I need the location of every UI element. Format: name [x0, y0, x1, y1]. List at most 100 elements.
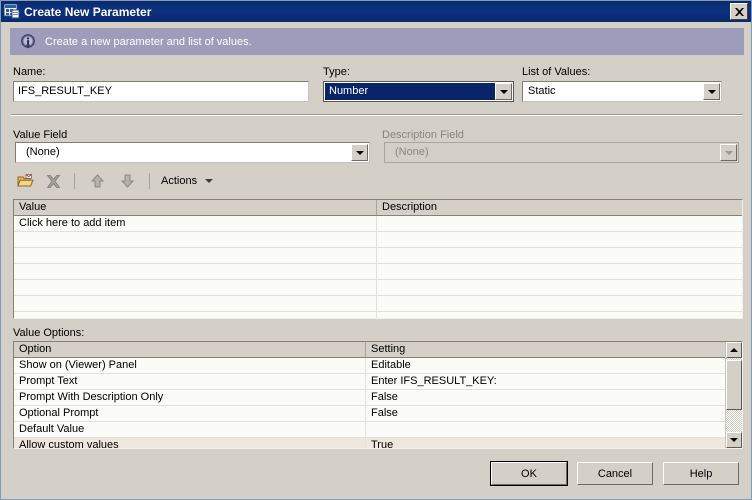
table-cell[interactable]: Prompt Text	[14, 374, 366, 389]
column-header[interactable]: Description	[377, 200, 742, 215]
table-cell[interactable]	[377, 216, 742, 231]
table-cell[interactable]: Allow custom values	[14, 438, 366, 448]
table-cell[interactable]: Prompt With Description Only	[14, 390, 366, 405]
scrollbar-thumb[interactable]	[726, 360, 742, 410]
cancel-button[interactable]: Cancel	[577, 462, 653, 485]
open-folder-icon	[17, 173, 34, 189]
actions-menu-button[interactable]: Actions	[157, 170, 219, 192]
table-row[interactable]: Optional PromptFalse	[14, 406, 725, 422]
table-row[interactable]: Prompt With Description OnlyFalse	[14, 390, 725, 406]
column-header[interactable]: Value	[14, 200, 377, 215]
close-button[interactable]	[730, 3, 748, 20]
values-toolbar: Actions	[11, 170, 219, 192]
window-title: Create New Parameter	[24, 5, 730, 19]
table-cell[interactable]	[14, 280, 377, 295]
description-field-value: (None)	[385, 143, 720, 162]
value-field-combobox[interactable]: (None)	[15, 142, 370, 163]
scroll-up-button[interactable]	[726, 342, 742, 358]
table-cell[interactable]	[377, 296, 742, 311]
table-cell[interactable]	[366, 422, 725, 437]
table-cell[interactable]	[377, 232, 742, 247]
table-cell[interactable]: False	[366, 406, 725, 421]
table-cell[interactable]: Enter IFS_RESULT_KEY:	[366, 374, 725, 389]
delete-value-button[interactable]	[39, 170, 67, 192]
table-cell[interactable]: Optional Prompt	[14, 406, 366, 421]
info-banner-text: Create a new parameter and list of value…	[45, 36, 252, 48]
description-field-label: Description Field	[382, 129, 464, 141]
value-options-scrollbar[interactable]	[725, 342, 742, 448]
value-options-label: Value Options:	[13, 327, 84, 339]
info-icon	[20, 34, 36, 50]
move-down-button[interactable]	[112, 170, 142, 192]
chevron-down-icon	[725, 151, 733, 155]
chevron-down-icon	[708, 90, 716, 94]
arrow-up-icon	[730, 348, 738, 352]
table-cell[interactable]	[377, 264, 742, 279]
table-row[interactable]: Show on (Viewer) PanelEditable	[14, 358, 725, 374]
parameter-window-icon	[4, 4, 20, 19]
import-values-button[interactable]	[11, 170, 39, 192]
table-cell[interactable]	[14, 264, 377, 279]
list-of-values-value: Static	[523, 82, 703, 101]
name-input[interactable]: IFS_RESULT_KEY	[13, 81, 309, 102]
column-header[interactable]: Setting	[366, 342, 725, 357]
table-cell[interactable]	[377, 248, 742, 263]
table-cell[interactable]	[14, 312, 377, 318]
table-row[interactable]: Prompt TextEnter IFS_RESULT_KEY:	[14, 374, 725, 390]
toolbar-separator	[74, 173, 75, 189]
scroll-down-button[interactable]	[726, 432, 742, 448]
type-label: Type:	[323, 66, 350, 78]
table-cell[interactable]	[14, 248, 377, 263]
create-new-parameter-dialog: Create New Parameter Create a new parame…	[0, 0, 752, 500]
description-field-combobox-button	[720, 144, 737, 161]
table-row[interactable]: Allow custom valuesTrue	[14, 438, 725, 448]
toolbar-separator	[149, 173, 150, 189]
table-cell[interactable]: Default Value	[14, 422, 366, 437]
table-cell[interactable]	[14, 296, 377, 311]
ok-button[interactable]: OK	[491, 462, 567, 485]
type-combobox[interactable]: Number	[323, 81, 514, 102]
table-cell[interactable]	[377, 280, 742, 295]
value-field-value: (None)	[16, 143, 351, 162]
table-cell[interactable]: Editable	[366, 358, 725, 373]
table-row[interactable]	[14, 264, 742, 280]
grid-header-row: ValueDescription	[14, 200, 742, 216]
table-row[interactable]	[14, 232, 742, 248]
list-of-values-combobox[interactable]: Static	[522, 81, 722, 102]
table-row[interactable]	[14, 248, 742, 264]
type-combobox-value: Number	[325, 83, 495, 100]
chevron-down-icon	[356, 151, 364, 155]
table-cell[interactable]: True	[366, 438, 725, 448]
section-divider	[11, 114, 743, 116]
value-field-label: Value Field	[13, 129, 67, 141]
values-grid[interactable]: ValueDescriptionClick here to add item	[13, 199, 743, 319]
description-field-combobox: (None)	[384, 142, 739, 163]
actions-menu-label: Actions	[161, 175, 197, 187]
name-label: Name:	[13, 66, 45, 78]
value-options-grid[interactable]: OptionSettingShow on (Viewer) PanelEdita…	[13, 341, 743, 449]
table-row[interactable]: Click here to add item	[14, 216, 742, 232]
info-banner: Create a new parameter and list of value…	[10, 28, 744, 55]
list-of-values-combobox-button[interactable]	[703, 83, 720, 100]
table-row[interactable]	[14, 312, 742, 318]
table-row[interactable]	[14, 296, 742, 312]
table-row[interactable]: Default Value	[14, 422, 725, 438]
arrow-up-icon	[91, 174, 104, 188]
table-cell[interactable]	[377, 312, 742, 318]
delete-x-icon	[46, 174, 61, 189]
grid-header-row: OptionSetting	[14, 342, 725, 358]
value-field-combobox-button[interactable]	[351, 144, 368, 161]
list-of-values-label: List of Values:	[522, 66, 590, 78]
help-button[interactable]: Help	[663, 462, 739, 485]
type-combobox-button[interactable]	[495, 83, 512, 100]
table-cell[interactable]: Click here to add item	[14, 216, 377, 231]
chevron-down-icon	[500, 90, 508, 94]
table-cell[interactable]: Show on (Viewer) Panel	[14, 358, 366, 373]
move-up-button[interactable]	[82, 170, 112, 192]
table-cell[interactable]	[14, 232, 377, 247]
arrow-down-icon	[730, 438, 738, 442]
column-header[interactable]: Option	[14, 342, 366, 357]
chevron-down-icon	[205, 179, 213, 183]
table-row[interactable]	[14, 280, 742, 296]
table-cell[interactable]: False	[366, 390, 725, 405]
